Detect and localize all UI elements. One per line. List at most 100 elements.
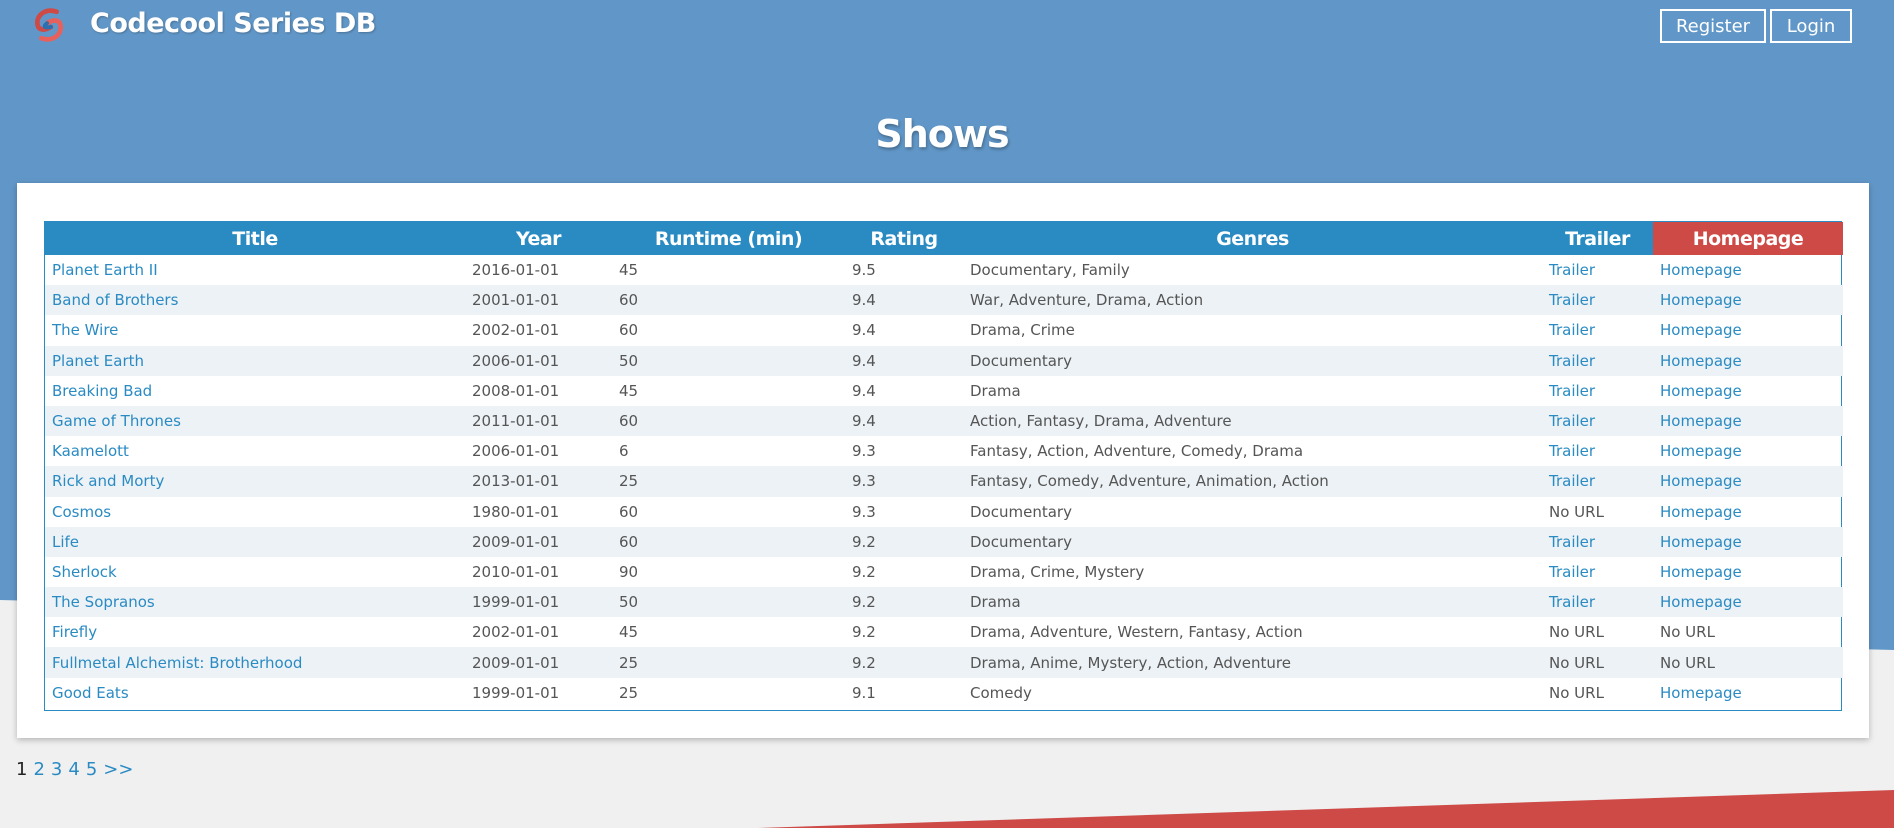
show-homepage-link[interactable]: Homepage <box>1660 503 1742 521</box>
pagination-page-5[interactable]: 5 <box>86 759 97 780</box>
table-cell: 45 <box>612 376 845 406</box>
table-cell: 2001-01-01 <box>465 285 612 316</box>
show-title-link[interactable]: Breaking Bad <box>52 382 152 400</box>
show-title-link[interactable]: The Wire <box>52 321 118 339</box>
codecool-logo-icon[interactable] <box>30 6 68 44</box>
table-cell: 9.5 <box>845 255 963 285</box>
column-header-homepage[interactable]: Homepage <box>1653 222 1843 255</box>
table-cell: 9.4 <box>845 315 963 345</box>
show-title-link[interactable]: Rick and Morty <box>52 472 164 490</box>
show-title-link[interactable]: Firefly <box>52 623 97 641</box>
show-homepage-link[interactable]: Homepage <box>1660 352 1742 370</box>
table-cell: 9.2 <box>845 647 963 678</box>
pagination-page-2[interactable]: 2 <box>33 759 44 780</box>
show-trailer-link[interactable]: Trailer <box>1549 352 1595 370</box>
show-rating: 9.2 <box>852 562 876 581</box>
show-rating: 9.2 <box>852 623 876 642</box>
column-header-year[interactable]: Year <box>465 222 612 255</box>
table-cell: No URL <box>1542 617 1653 647</box>
table-cell: 2013-01-01 <box>465 466 612 497</box>
show-homepage-link[interactable]: Homepage <box>1660 593 1742 611</box>
table-cell: 25 <box>612 466 845 497</box>
table-cell: 2009-01-01 <box>465 647 612 678</box>
show-title-link[interactable]: The Sopranos <box>52 593 155 611</box>
column-header-runtime[interactable]: Runtime (min) <box>612 222 845 255</box>
site-title[interactable]: Codecool Series DB <box>90 8 376 39</box>
table-cell: No URL <box>1542 497 1653 527</box>
show-title-link[interactable]: Sherlock <box>52 563 117 581</box>
table-row: Rick and Morty 2013-01-01 25 9.3 Fantasy, Co… <box>45 466 1843 497</box>
pagination-next[interactable]: >> <box>103 759 133 780</box>
table-cell: Game of Thrones <box>45 405 465 437</box>
table-cell: Homepage <box>1653 345 1843 376</box>
show-year: 1999-01-01 <box>472 593 560 612</box>
column-header-trailer[interactable]: Trailer <box>1542 222 1653 255</box>
show-title-link[interactable]: Band of Brothers <box>52 291 178 309</box>
login-button[interactable]: Login <box>1770 9 1852 43</box>
table-cell: 45 <box>612 617 845 647</box>
table-cell: Cosmos <box>45 497 465 527</box>
show-genres: Documentary <box>970 502 1072 521</box>
shows-table-container: Title Year Runtime (min) Rating Genres T… <box>44 221 1843 711</box>
table-cell: Documentary <box>963 526 1542 557</box>
show-year: 2013-01-01 <box>472 472 560 491</box>
show-homepage-link[interactable]: Homepage <box>1660 261 1742 279</box>
show-title-link[interactable]: Planet Earth II <box>52 261 158 279</box>
show-trailer-link[interactable]: Trailer <box>1549 412 1595 430</box>
show-trailer-link[interactable]: Trailer <box>1549 261 1595 279</box>
show-title-link[interactable]: Game of Thrones <box>52 412 181 430</box>
show-trailer-link[interactable]: Trailer <box>1549 442 1595 460</box>
table-cell: 9.2 <box>845 557 963 587</box>
show-homepage-link[interactable]: Homepage <box>1660 412 1742 430</box>
shows-card: Title Year Runtime (min) Rating Genres T… <box>17 183 1869 738</box>
table-row: Sherlock 2010-01-01 90 9.2 Drama, Crime, Mys… <box>45 557 1843 587</box>
table-cell: Trailer <box>1542 376 1653 406</box>
show-title-link[interactable]: Life <box>52 533 79 551</box>
show-title-link[interactable]: Planet Earth <box>52 352 144 370</box>
table-cell: Fantasy, Comedy, Adventure, Animation, A… <box>963 466 1542 497</box>
show-homepage-link[interactable]: Homepage <box>1660 533 1742 551</box>
table-cell: Sherlock <box>45 557 465 587</box>
table-body: Planet Earth II 2016-01-01 45 9.5 Documentar… <box>45 255 1843 708</box>
table-cell: No URL <box>1653 617 1843 647</box>
table-cell: 1980-01-01 <box>465 497 612 527</box>
show-title-link[interactable]: Good Eats <box>52 684 129 702</box>
pagination-page-4[interactable]: 4 <box>68 759 79 780</box>
show-runtime: 60 <box>619 502 639 521</box>
show-homepage-link[interactable]: Homepage <box>1660 321 1742 339</box>
column-header-rating[interactable]: Rating <box>845 222 963 255</box>
show-trailer-link[interactable]: Trailer <box>1549 593 1595 611</box>
show-runtime: 25 <box>619 653 639 672</box>
table-row: Life 2009-01-01 60 9.2 Documentary Trailer Hom… <box>45 526 1843 557</box>
table-cell: Trailer <box>1542 315 1653 345</box>
show-rating: 9.4 <box>852 321 876 340</box>
show-trailer-link[interactable]: Trailer <box>1549 563 1595 581</box>
table-cell: 1999-01-01 <box>465 587 612 618</box>
show-title-link[interactable]: Fullmetal Alchemist: Brotherhood <box>52 654 302 672</box>
show-title-link[interactable]: Kaamelott <box>52 442 129 460</box>
show-homepage-link[interactable]: Homepage <box>1660 442 1742 460</box>
show-year: 2008-01-01 <box>472 381 560 400</box>
table-cell: Trailer <box>1542 466 1653 497</box>
show-trailer-link[interactable]: Trailer <box>1549 321 1595 339</box>
column-header-genres[interactable]: Genres <box>963 222 1542 255</box>
show-trailer-link[interactable]: Trailer <box>1549 472 1595 490</box>
show-homepage-link[interactable]: Homepage <box>1660 684 1742 702</box>
column-header-title[interactable]: Title <box>45 222 465 255</box>
show-runtime: 6 <box>619 442 629 461</box>
show-genres: Drama, Crime <box>970 321 1075 340</box>
show-trailer-link[interactable]: Trailer <box>1549 291 1595 309</box>
pagination-page-3[interactable]: 3 <box>51 759 62 780</box>
show-homepage-link[interactable]: Homepage <box>1660 472 1742 490</box>
register-button[interactable]: Register <box>1660 9 1766 43</box>
table-cell: No URL <box>1542 647 1653 678</box>
show-title-link[interactable]: Cosmos <box>52 503 111 521</box>
show-homepage-link[interactable]: Homepage <box>1660 382 1742 400</box>
table-cell: 9.2 <box>845 587 963 618</box>
show-homepage-link[interactable]: Homepage <box>1660 291 1742 309</box>
show-trailer-link[interactable]: Trailer <box>1549 382 1595 400</box>
show-trailer-link[interactable]: Trailer <box>1549 533 1595 551</box>
show-year: 2016-01-01 <box>472 261 560 280</box>
show-homepage-link[interactable]: Homepage <box>1660 563 1742 581</box>
show-trailer-empty: No URL <box>1549 502 1604 521</box>
